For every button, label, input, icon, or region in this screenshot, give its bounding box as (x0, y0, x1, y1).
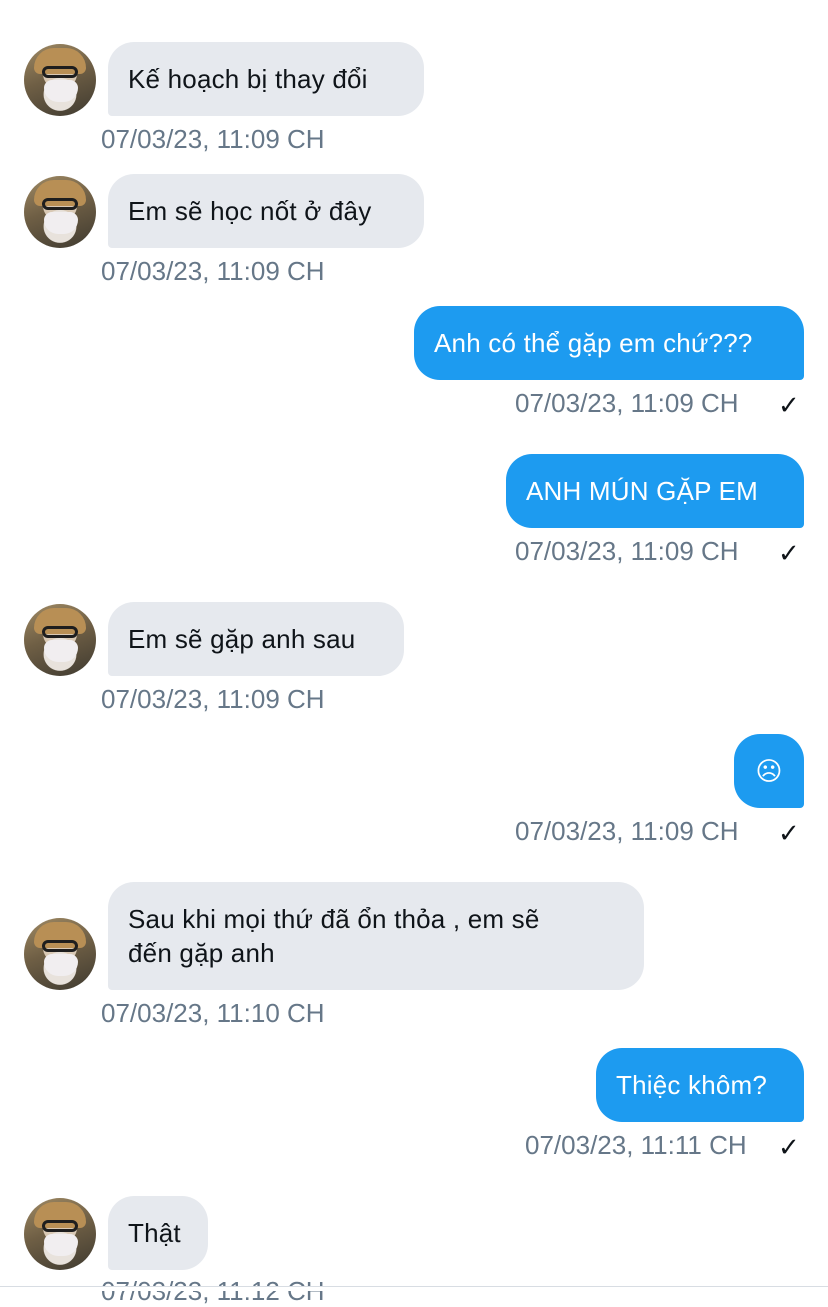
message-timestamp: 07/03/23, 11:11 CH (525, 1130, 747, 1160)
message-timestamp: 07/03/23, 11:09 CH (515, 536, 739, 566)
bottom-divider (0, 1286, 828, 1291)
message-bubble[interactable]: Thiệc khôm? (596, 1048, 804, 1122)
message-bubble[interactable]: Em sẽ gặp anh sau (108, 602, 404, 676)
message-timestamp: 07/03/23, 11:10 CH (101, 998, 325, 1028)
sent-check-icon: ✓ (778, 390, 800, 420)
message-timestamp: 07/03/23, 11:09 CH (101, 256, 325, 286)
message-timestamp: 07/03/23, 11:09 CH (101, 684, 325, 714)
contact-avatar[interactable] (24, 604, 96, 676)
sent-check-icon: ✓ (778, 538, 800, 568)
message-bubble[interactable]: Kế hoạch bị thay đổi (108, 42, 424, 116)
message-timestamp: 07/03/23, 11:09 CH (101, 124, 325, 154)
message-bubble[interactable]: Anh có thể gặp em chứ??? (414, 306, 804, 380)
message-timestamp: 07/03/23, 11:09 CH (515, 816, 739, 846)
contact-avatar[interactable] (24, 44, 96, 116)
message-bubble[interactable]: Thật (108, 1196, 208, 1270)
message-bubble[interactable]: ANH MÚN GẶP EM (506, 454, 804, 528)
contact-avatar[interactable] (24, 1198, 96, 1270)
message-timestamp: 07/03/23, 11:09 CH (515, 388, 739, 418)
message-timestamp: 07/03/23, 11:12 CH (101, 1276, 325, 1306)
sent-check-icon: ✓ (778, 1132, 800, 1162)
sent-check-icon: ✓ (778, 818, 800, 848)
frown-emoji[interactable]: ☹ (734, 734, 804, 808)
contact-avatar[interactable] (24, 918, 96, 990)
contact-avatar[interactable] (24, 176, 96, 248)
message-bubble[interactable]: Sau khi mọi thứ đã ổn thỏa , em sẽ đến g… (108, 882, 644, 990)
message-bubble[interactable]: Em sẽ học nốt ở đây (108, 174, 424, 248)
